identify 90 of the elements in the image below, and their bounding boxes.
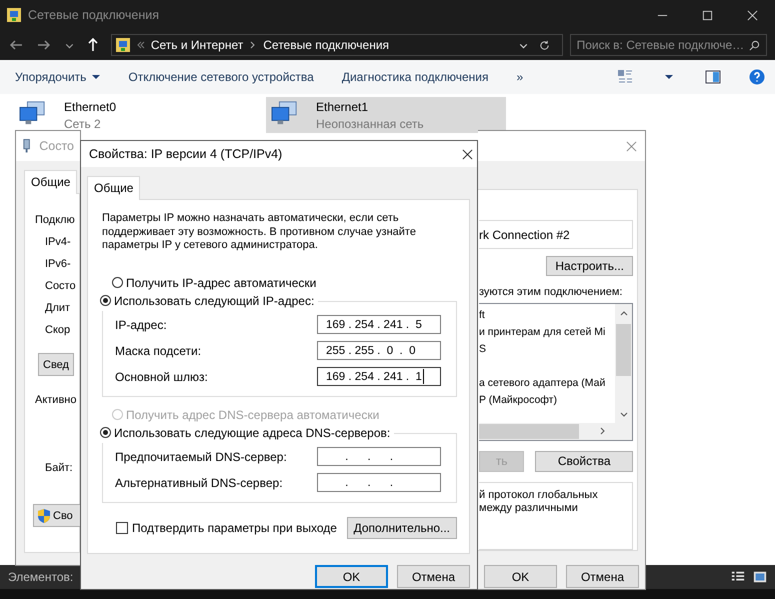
ip-address-field[interactable]: . . . <box>317 447 441 466</box>
field-label: Скор <box>45 324 72 338</box>
network-folder-icon <box>6 7 22 23</box>
more-button[interactable]: » <box>508 66 532 88</box>
list-item[interactable]: а сетевого адаптера (Май <box>479 375 606 392</box>
connection-name: Ethernet1 <box>316 100 370 114</box>
properties-button[interactable]: Свойства <box>535 450 633 472</box>
field-label: Длит <box>45 302 72 316</box>
breadcrumb[interactable]: Сеть и Интернет <box>150 38 244 52</box>
connection-item[interactable]: Ethernet0 Сеть 2 <box>14 97 254 133</box>
details-button[interactable]: Свед <box>38 353 74 376</box>
caret-icon <box>92 73 100 81</box>
radio-label[interactable]: Использовать следующие адреса DNS-серверов: <box>114 426 390 440</box>
network-adapter-icon <box>22 138 32 154</box>
status-text: Элементов: <box>8 570 74 584</box>
chevrons-icon <box>136 40 146 50</box>
search-field[interactable]: Поиск в: Сетевые подключе… <box>570 34 767 56</box>
ip-address-field[interactable]: 169 . 254 . 241 . 1 <box>317 367 441 386</box>
network-name: Сеть 2 <box>64 117 102 131</box>
scroll-right-icon[interactable] <box>599 426 607 436</box>
dialog-button[interactable]: Отмена <box>566 565 639 588</box>
ip-address-field[interactable]: 255 . 255 . 0 . 0 <box>317 341 441 360</box>
description-text: й протокол глобальных между различными <box>479 482 633 550</box>
scroll-down-icon[interactable] <box>618 411 628 420</box>
field-label: Альтернативный DNS-сервер: <box>115 476 283 490</box>
tiles-view-icon[interactable] <box>753 570 767 584</box>
shield-icon <box>37 508 51 524</box>
intro-text: Параметры IP можно назначать автоматически, если сеть поддерживает эту возможность. В противном случае узнайте параметры IP у сетевого администратора. <box>102 212 417 252</box>
components-list[interactable]: ft и принтерам для сетей Mi S а сетевого адаптера (Май P (Майкрософт) <box>479 303 633 441</box>
advanced-button[interactable]: Дополнительно... <box>346 516 457 538</box>
section-label: Активно <box>35 394 78 408</box>
ip-value: 169 . 254 . 241 . 1 <box>326 370 422 382</box>
radio-button[interactable] <box>100 295 111 306</box>
field-label: Подклю <box>35 214 76 228</box>
view-options-icon[interactable] <box>617 69 633 85</box>
field-label: IPv6- <box>45 258 72 272</box>
network-folder-icon <box>114 37 131 53</box>
tab[interactable]: Общие <box>24 170 78 194</box>
close-icon[interactable] <box>462 148 473 160</box>
scroll-up-icon[interactable] <box>618 309 628 318</box>
dialog-title: Свойства: IP версии 4 (TCP/IPv4) <box>89 147 282 161</box>
search-icon <box>749 40 760 50</box>
breadcrumb[interactable]: Сетевые подключения <box>263 38 390 52</box>
checkbox-label[interactable]: Подтвердить параметры при выходе <box>132 520 337 534</box>
horizontal-scrollbar[interactable] <box>479 422 632 440</box>
radio-button[interactable] <box>100 427 111 438</box>
address-bar[interactable]: Сеть и Интернет Сетевые подключения <box>110 34 563 56</box>
field-label: IPv4- <box>45 236 72 250</box>
radio-label[interactable]: Использовать следующий IP-адрес: <box>114 294 314 308</box>
components-label: зуются этим подключением: <box>479 285 622 300</box>
preview-pane-icon[interactable] <box>705 69 721 85</box>
help-icon[interactable] <box>749 69 765 85</box>
dialog-button[interactable]: OK <box>484 565 557 588</box>
field-label: Основной шлюз: <box>115 370 208 384</box>
checkbox[interactable] <box>116 522 128 534</box>
ip-value: . . . <box>344 476 394 488</box>
connection-item[interactable]: Ethernet1 Неопознанная сеть <box>266 97 506 133</box>
network-name: Неопознанная сеть <box>316 117 424 131</box>
ip-address-field[interactable]: 169 . 254 . 241 . 5 <box>317 315 441 334</box>
menu-button[interactable]: Упорядочить <box>6 66 110 88</box>
list-item[interactable]: S <box>479 341 486 358</box>
toolbar-button[interactable]: Отключение сетевого устройства <box>119 66 323 88</box>
refresh-icon[interactable] <box>538 40 550 50</box>
ip-address-field[interactable]: . . . <box>317 473 441 492</box>
maximize-icon[interactable] <box>702 10 713 20</box>
field-label: Состо <box>45 280 77 294</box>
tab[interactable]: Общие <box>87 176 140 200</box>
vertical-scrollbar[interactable] <box>615 304 632 424</box>
ip-value: . . . <box>344 450 394 462</box>
field-label: Байт: <box>45 462 74 476</box>
ip-value: 255 . 255 . 0 . 0 <box>326 344 416 356</box>
adapter-name-field: rk Connection #2 <box>479 220 633 250</box>
connection-name: Ethernet0 <box>64 100 116 114</box>
list-item[interactable]: и принтерам для сетей Mi <box>479 324 606 342</box>
window-title: Сетевые подключения <box>28 8 160 22</box>
list-item[interactable]: P (Майкрософт) <box>479 392 557 410</box>
properties-button[interactable]: Сво <box>33 504 80 527</box>
cancel-button[interactable]: Отмена <box>397 565 470 588</box>
field-label: Предпочитаемый DNS-сервер: <box>115 450 287 464</box>
list-item[interactable]: ft <box>479 307 485 324</box>
toolbar-button[interactable]: Диагностика подключения <box>332 66 498 88</box>
field-label: IP-адрес: <box>115 318 167 332</box>
radio-button[interactable] <box>112 277 123 288</box>
radio-label[interactable]: Получить IP-адрес автоматически <box>126 276 316 290</box>
ip-value: 169 . 254 . 241 . 5 <box>326 318 422 330</box>
configure-button[interactable]: Настроить... <box>546 256 633 276</box>
ok-button[interactable]: OK <box>315 565 388 588</box>
caret-icon[interactable] <box>665 73 673 81</box>
window-title: Состо <box>39 139 74 153</box>
field-label: Маска подсети: <box>115 344 202 358</box>
